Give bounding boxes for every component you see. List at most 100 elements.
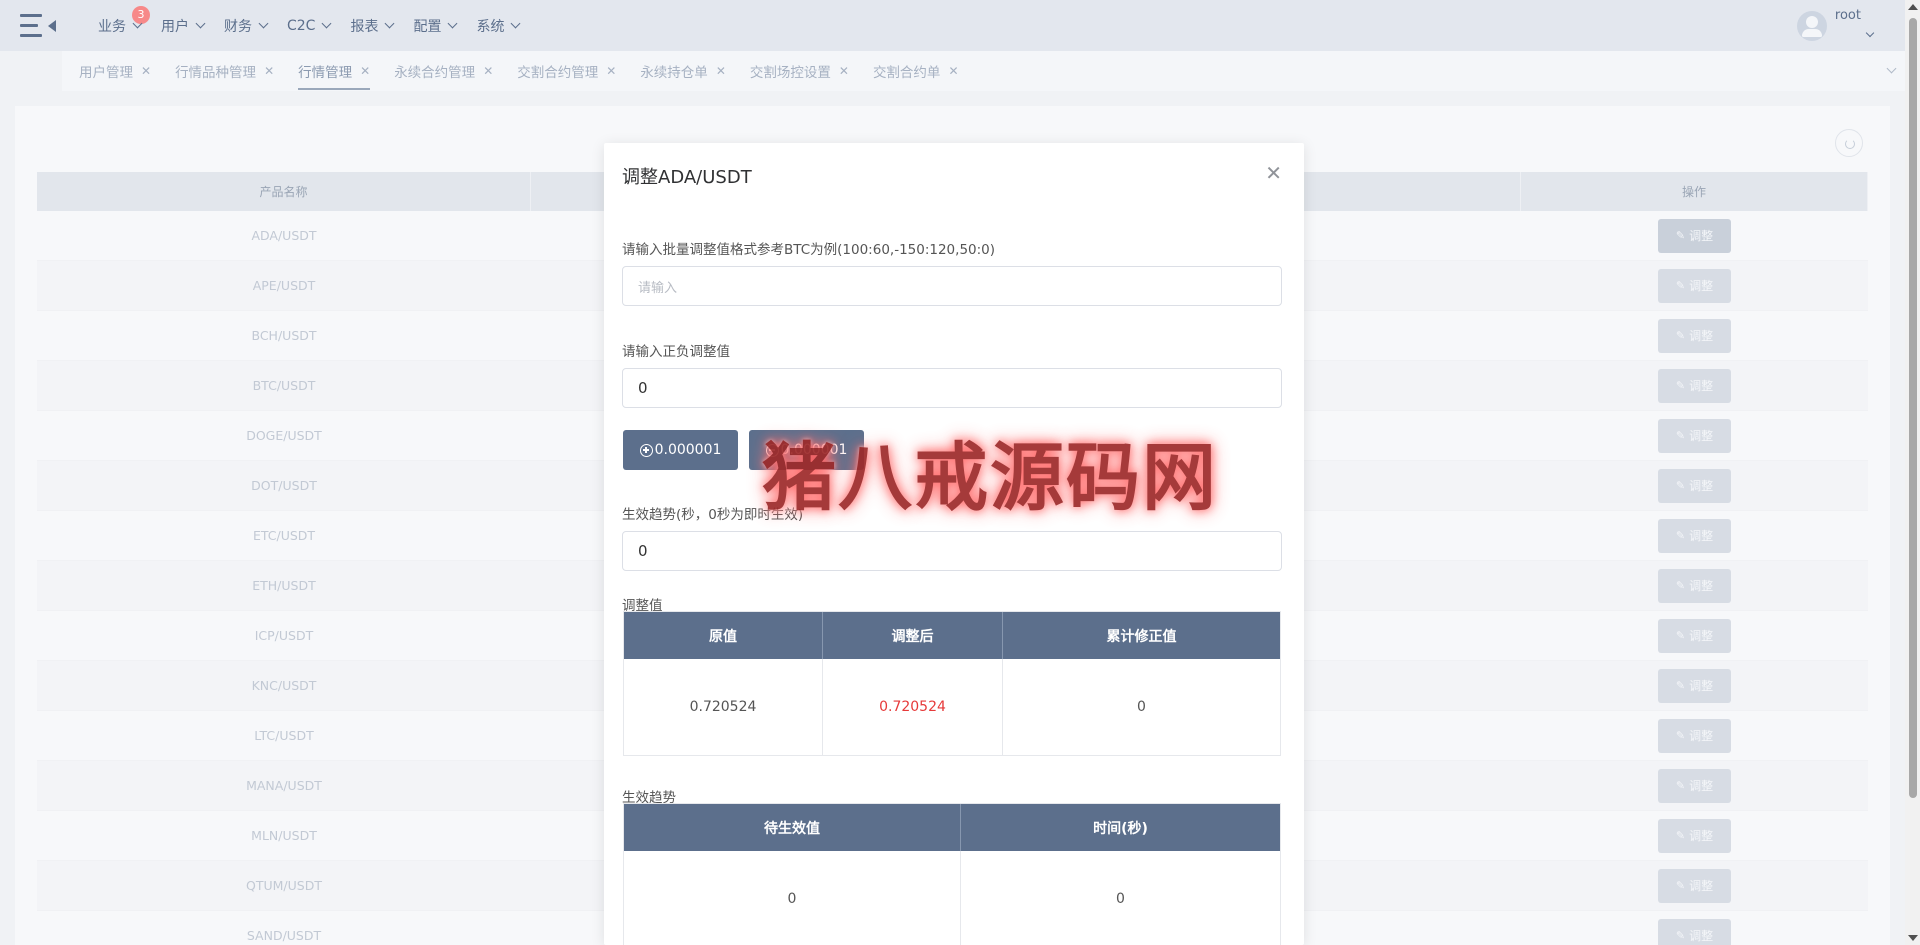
row-operation: ✎ 调整 bbox=[1521, 761, 1868, 810]
edit-icon: ✎ bbox=[1675, 229, 1686, 242]
edit-icon: ✎ bbox=[1675, 829, 1686, 842]
adjust-label: 调整 bbox=[1689, 279, 1714, 293]
tab-delivery-orders[interactable]: 交割合约单 ✕ bbox=[873, 51, 959, 91]
close-icon[interactable]: ✕ bbox=[264, 64, 274, 78]
product-name: ETC/USDT bbox=[252, 528, 316, 543]
adjust-button[interactable]: ✎ 调整 bbox=[1658, 418, 1731, 453]
nav-reports[interactable]: 报表 bbox=[350, 16, 395, 36]
close-icon[interactable]: ✕ bbox=[483, 64, 493, 78]
nav-system[interactable]: 系统 bbox=[476, 16, 521, 36]
plus-circle-icon bbox=[639, 443, 653, 457]
adjust-button[interactable]: ✎ 调整 bbox=[1658, 718, 1731, 753]
adjust-button[interactable]: ✎ 调整 bbox=[1658, 518, 1731, 553]
page-scrollbar[interactable] bbox=[1905, 0, 1920, 945]
product-name: DOGE/USDT bbox=[246, 428, 322, 443]
row-operation: ✎ 调整 bbox=[1521, 711, 1868, 760]
nav-label: 系统 bbox=[476, 18, 505, 35]
tab-delivery-contract[interactable]: 交割合约管理 ✕ bbox=[517, 51, 616, 91]
adjusted-value: 0.720524 bbox=[823, 659, 1003, 755]
adjust-button[interactable]: ✎ 调整 bbox=[1658, 918, 1731, 945]
nav-business[interactable]: 业务 3 bbox=[98, 5, 150, 36]
tab-perpetual-contract[interactable]: 永续合约管理 ✕ bbox=[394, 51, 493, 91]
table-row: 0.720524 0.720524 0 bbox=[624, 659, 1280, 755]
close-icon[interactable]: ✕ bbox=[1265, 163, 1282, 183]
edit-icon: ✎ bbox=[1675, 929, 1686, 942]
adjust-label: 调整 bbox=[1689, 529, 1714, 543]
tab-market-variety[interactable]: 行情品种管理 ✕ bbox=[175, 51, 274, 91]
tab-user-management[interactable]: 用户管理 ✕ bbox=[79, 51, 151, 91]
row-operation: ✎ 调整 bbox=[1521, 511, 1868, 560]
close-icon[interactable]: ✕ bbox=[141, 64, 151, 78]
edit-icon: ✎ bbox=[1675, 779, 1686, 792]
close-icon[interactable]: ✕ bbox=[716, 64, 726, 78]
adjust-button[interactable]: ✎ 调整 bbox=[1658, 318, 1731, 353]
adjust-button[interactable]: ✎ 调整 bbox=[1658, 618, 1731, 653]
adjust-label: 调整 bbox=[1689, 629, 1714, 643]
batch-adjust-input[interactable]: 请输入 bbox=[622, 266, 1282, 306]
user-menu[interactable]: root bbox=[1796, 8, 1875, 41]
adjust-button[interactable]: ✎ 调整 bbox=[1658, 868, 1731, 903]
row-operation: ✎ 调整 bbox=[1521, 611, 1868, 660]
tab-label: 行情品种管理 bbox=[175, 65, 257, 81]
edit-icon: ✎ bbox=[1675, 529, 1686, 542]
row-operation: ✎ 调整 bbox=[1521, 811, 1868, 860]
row-operation: ✎ 调整 bbox=[1521, 911, 1868, 945]
tab-perpetual-positions[interactable]: 永续持仓单 ✕ bbox=[640, 51, 726, 91]
scroll-down-arrow-icon[interactable] bbox=[1908, 935, 1918, 941]
avatar bbox=[1796, 11, 1827, 41]
edit-icon: ✎ bbox=[1675, 629, 1686, 642]
adjust-button[interactable]: ✎ 调整 bbox=[1658, 468, 1731, 503]
time-seconds: 0 bbox=[1116, 891, 1125, 907]
product-name: BTC/USDT bbox=[252, 378, 316, 393]
nav-finance[interactable]: 财务 bbox=[224, 16, 269, 36]
close-icon[interactable]: ✕ bbox=[606, 64, 616, 78]
edit-icon: ✎ bbox=[1675, 279, 1686, 292]
edit-icon: ✎ bbox=[1675, 479, 1686, 492]
chevron-down-icon[interactable] bbox=[1886, 63, 1897, 74]
adjust-button[interactable]: ✎ 调整 bbox=[1658, 668, 1731, 703]
adjust-button[interactable]: ✎ 调整 bbox=[1658, 818, 1731, 853]
nav-c2c[interactable]: C2C bbox=[287, 18, 332, 34]
tab-strip: 用户管理 ✕ 行情品种管理 ✕ 行情管理 ✕ 永续合约管理 ✕ 交割合约管理 ✕ 永续持仓… bbox=[62, 51, 1905, 91]
adjust-label: 调整 bbox=[1689, 929, 1714, 943]
edit-icon: ✎ bbox=[1675, 879, 1686, 892]
close-icon[interactable]: ✕ bbox=[948, 64, 958, 78]
top-navbar: 业务 3 用户 财务 C2C 报表 配置 系统 root bbox=[0, 0, 1905, 51]
tab-market-management[interactable]: 行情管理 ✕ bbox=[298, 51, 371, 91]
menu-collapse-icon[interactable] bbox=[20, 12, 60, 40]
header-cumulative: 累计修正值 bbox=[1106, 628, 1177, 645]
nav-label: 报表 bbox=[350, 18, 379, 35]
scroll-up-arrow-icon[interactable] bbox=[1908, 4, 1918, 10]
nav-users[interactable]: 用户 bbox=[161, 16, 206, 36]
product-name: BCH/USDT bbox=[251, 328, 317, 343]
adjust-dialog: 调整ADA/USDT ✕ 请输入批量调整值格式参考BTC为例(100:60,-1… bbox=[604, 143, 1304, 945]
row-operation: ✎ 调整 bbox=[1521, 411, 1868, 460]
adjust-label: 调整 bbox=[1689, 829, 1714, 843]
product-name: QTUM/USDT bbox=[246, 878, 322, 893]
nav-config[interactable]: 配置 bbox=[413, 16, 458, 36]
nav-label: 配置 bbox=[413, 18, 442, 35]
adjust-button[interactable]: ✎ 调整 bbox=[1658, 768, 1731, 803]
adjust-button[interactable]: ✎ 调整 bbox=[1658, 368, 1731, 403]
header-adjusted: 调整后 bbox=[823, 612, 1003, 659]
scroll-thumb[interactable] bbox=[1909, 18, 1917, 798]
edit-icon: ✎ bbox=[1675, 579, 1686, 592]
chevron-down-icon bbox=[1865, 28, 1875, 38]
table-header: 原值 调整后 累计修正值 bbox=[624, 612, 1280, 659]
pending-value: 0 bbox=[624, 851, 961, 945]
refresh-icon[interactable] bbox=[1835, 129, 1863, 157]
chevron-down-icon bbox=[511, 18, 521, 29]
adjust-value-label: 请输入正负调整值 bbox=[622, 344, 730, 360]
tab-delivery-control[interactable]: 交割场控设置 ✕ bbox=[750, 51, 849, 91]
close-icon[interactable]: ✕ bbox=[360, 64, 370, 78]
increment-button[interactable]: 0.000001 bbox=[623, 430, 738, 470]
adjust-button[interactable]: ✎ 调整 bbox=[1658, 268, 1731, 303]
edit-icon: ✎ bbox=[1675, 429, 1686, 442]
close-icon[interactable]: ✕ bbox=[839, 64, 849, 78]
adjust-value-input[interactable]: 0 bbox=[622, 368, 1282, 408]
adjust-button[interactable]: ✎ 调整 bbox=[1658, 218, 1731, 253]
chevron-down-icon bbox=[385, 18, 395, 29]
effect-trend-input[interactable]: 0 bbox=[622, 531, 1282, 571]
adjust-button[interactable]: ✎ 调整 bbox=[1658, 568, 1731, 603]
trend-table: 待生效值 时间(秒) 0 0 bbox=[623, 803, 1281, 945]
